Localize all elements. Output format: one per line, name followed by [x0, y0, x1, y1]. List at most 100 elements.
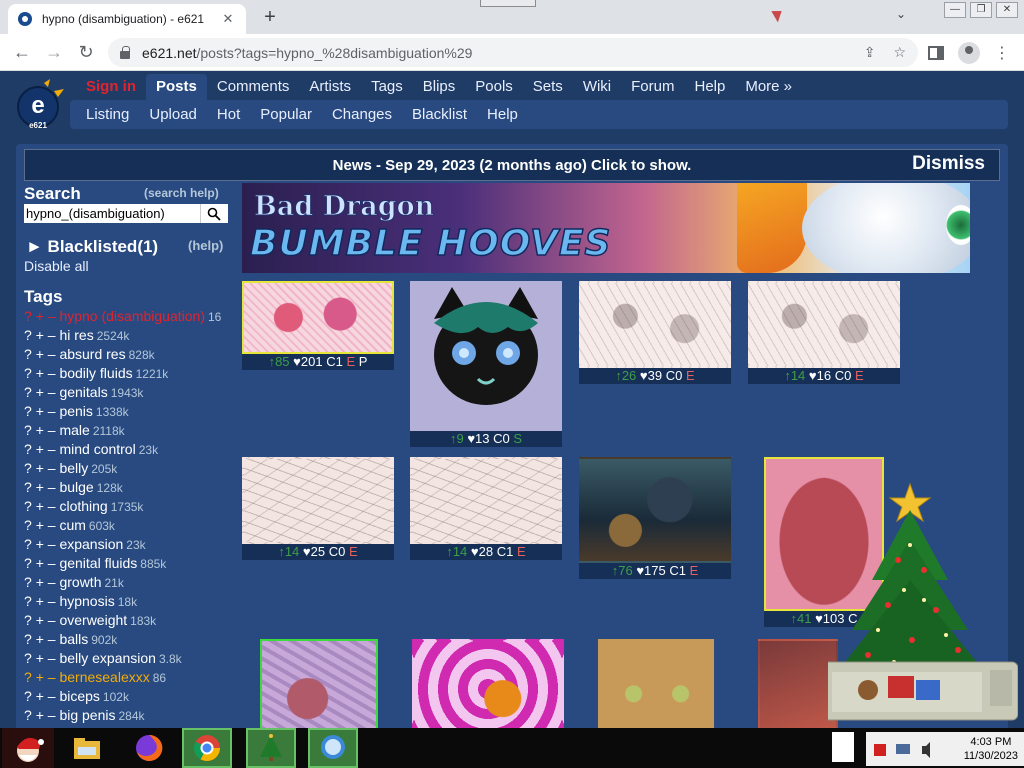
- post-image[interactable]: [579, 281, 731, 368]
- nav-blips[interactable]: Blips: [413, 74, 466, 100]
- tag-remove-link[interactable]: –: [48, 346, 56, 362]
- tag-name-link[interactable]: genitals: [59, 384, 107, 400]
- blacklisted-toggle[interactable]: ► Blacklisted(1): [26, 237, 158, 257]
- taskbar-tree-gadget[interactable]: [246, 728, 296, 768]
- tag-add-link[interactable]: +: [36, 308, 44, 324]
- minimize-button[interactable]: —: [944, 2, 966, 18]
- tag-remove-link[interactable]: –: [48, 422, 56, 438]
- post-thumbnail[interactable]: [412, 639, 564, 728]
- tag-name-link[interactable]: big penis: [59, 707, 115, 723]
- tag-remove-link[interactable]: –: [48, 574, 56, 590]
- tag-remove-link[interactable]: –: [48, 593, 56, 609]
- nav-wiki[interactable]: Wiki: [573, 74, 621, 100]
- start-button[interactable]: [2, 728, 54, 768]
- tag-add-link[interactable]: +: [36, 612, 44, 628]
- back-icon[interactable]: ←: [12, 42, 32, 62]
- tag-add-link[interactable]: +: [36, 631, 44, 647]
- subnav-hot[interactable]: Hot: [207, 106, 250, 123]
- tag-remove-link[interactable]: –: [48, 555, 56, 571]
- nav-posts[interactable]: Posts: [146, 74, 207, 100]
- tag-wiki-link[interactable]: ?: [24, 403, 32, 419]
- browser-tab[interactable]: hypno (disambiguation) - e621 ✕: [8, 4, 246, 34]
- tag-name-link[interactable]: cum: [59, 517, 85, 533]
- subnav-help[interactable]: Help: [477, 106, 528, 123]
- tag-remove-link[interactable]: –: [48, 612, 56, 628]
- side-panel-icon[interactable]: [928, 46, 944, 60]
- tag-remove-link[interactable]: –: [48, 308, 56, 324]
- tag-wiki-link[interactable]: ?: [24, 669, 32, 685]
- post-thumbnail[interactable]: ↑9 ♥13 C0 S: [410, 281, 562, 447]
- tag-wiki-link[interactable]: ?: [24, 707, 32, 723]
- tag-wiki-link[interactable]: ?: [24, 688, 32, 704]
- tag-name-link[interactable]: mind control: [59, 441, 135, 457]
- tag-name-link[interactable]: male: [59, 422, 89, 438]
- tag-add-link[interactable]: +: [36, 403, 44, 419]
- subnav-changes[interactable]: Changes: [322, 106, 402, 123]
- post-image[interactable]: [410, 457, 562, 544]
- tag-wiki-link[interactable]: ?: [24, 593, 32, 609]
- tag-remove-link[interactable]: –: [48, 498, 56, 514]
- address-bar[interactable]: e621.net/posts?tags=hypno_%28disambiguat…: [108, 38, 918, 67]
- nav-sign-in[interactable]: Sign in: [76, 74, 146, 100]
- tag-remove-link[interactable]: –: [48, 441, 56, 457]
- taskbar-chrome[interactable]: [182, 728, 232, 768]
- tag-remove-link[interactable]: –: [48, 327, 56, 343]
- tag-add-link[interactable]: +: [36, 460, 44, 476]
- post-image[interactable]: [242, 281, 394, 354]
- nav-help[interactable]: Help: [684, 74, 735, 100]
- tag-add-link[interactable]: +: [36, 346, 44, 362]
- profile-icon[interactable]: [958, 42, 980, 64]
- tag-name-link[interactable]: bulge: [59, 479, 93, 495]
- news-dismiss-button[interactable]: Dismiss: [912, 153, 985, 175]
- tag-wiki-link[interactable]: ?: [24, 536, 32, 552]
- post-image[interactable]: [260, 639, 378, 728]
- taskbar-chat[interactable]: [308, 728, 358, 768]
- tag-name-link[interactable]: hypno (disambiguation): [59, 308, 205, 324]
- tag-wiki-link[interactable]: ?: [24, 631, 32, 647]
- tag-name-link[interactable]: biceps: [59, 688, 99, 704]
- taskbar-firefox[interactable]: [124, 728, 174, 768]
- search-button[interactable]: [200, 204, 226, 223]
- nav-sets[interactable]: Sets: [523, 74, 573, 100]
- tag-wiki-link[interactable]: ?: [24, 365, 32, 381]
- tag-remove-link[interactable]: –: [48, 688, 56, 704]
- tab-close-icon[interactable]: ✕: [220, 11, 236, 27]
- tag-name-link[interactable]: overweight: [59, 612, 127, 628]
- search-help-link[interactable]: (search help): [144, 186, 219, 200]
- tag-add-link[interactable]: +: [36, 650, 44, 666]
- tag-add-link[interactable]: +: [36, 365, 44, 381]
- tag-wiki-link[interactable]: ?: [24, 441, 32, 457]
- tag-remove-link[interactable]: –: [48, 536, 56, 552]
- tag-wiki-link[interactable]: ?: [24, 346, 32, 362]
- tag-add-link[interactable]: +: [36, 669, 44, 685]
- search-input[interactable]: [24, 204, 200, 223]
- tag-name-link[interactable]: hypnosis: [59, 593, 114, 609]
- tag-add-link[interactable]: +: [36, 498, 44, 514]
- tag-add-link[interactable]: +: [36, 574, 44, 590]
- tag-remove-link[interactable]: –: [48, 365, 56, 381]
- post-image[interactable]: [579, 457, 731, 563]
- tag-name-link[interactable]: belly expansion: [59, 650, 156, 666]
- post-image[interactable]: [758, 639, 838, 728]
- tag-add-link[interactable]: +: [36, 536, 44, 552]
- e621-logo[interactable]: e e621: [14, 77, 66, 133]
- tag-remove-link[interactable]: –: [48, 517, 56, 533]
- tag-name-link[interactable]: bodily fluids: [59, 365, 132, 381]
- post-thumbnail[interactable]: ↑85 ♥201 C1 E P: [242, 281, 394, 370]
- tag-name-link[interactable]: bernesealexxx: [59, 669, 149, 685]
- tag-wiki-link[interactable]: ?: [24, 327, 32, 343]
- menu-icon[interactable]: ⋮: [994, 43, 1010, 63]
- taskbar-blank-item[interactable]: [832, 732, 854, 762]
- nav-forum[interactable]: Forum: [621, 74, 684, 100]
- tag-wiki-link[interactable]: ?: [24, 650, 32, 666]
- tag-remove-link[interactable]: –: [48, 650, 56, 666]
- tag-add-link[interactable]: +: [36, 384, 44, 400]
- tag-name-link[interactable]: genital fluids: [59, 555, 137, 571]
- post-image[interactable]: [748, 281, 900, 368]
- tag-add-link[interactable]: +: [36, 593, 44, 609]
- post-image[interactable]: [598, 639, 714, 728]
- tab-search-chevron-icon[interactable]: ⌄: [896, 7, 906, 21]
- lock-icon[interactable]: [120, 45, 130, 59]
- tag-name-link[interactable]: absurd res: [59, 346, 125, 362]
- tag-wiki-link[interactable]: ?: [24, 308, 32, 324]
